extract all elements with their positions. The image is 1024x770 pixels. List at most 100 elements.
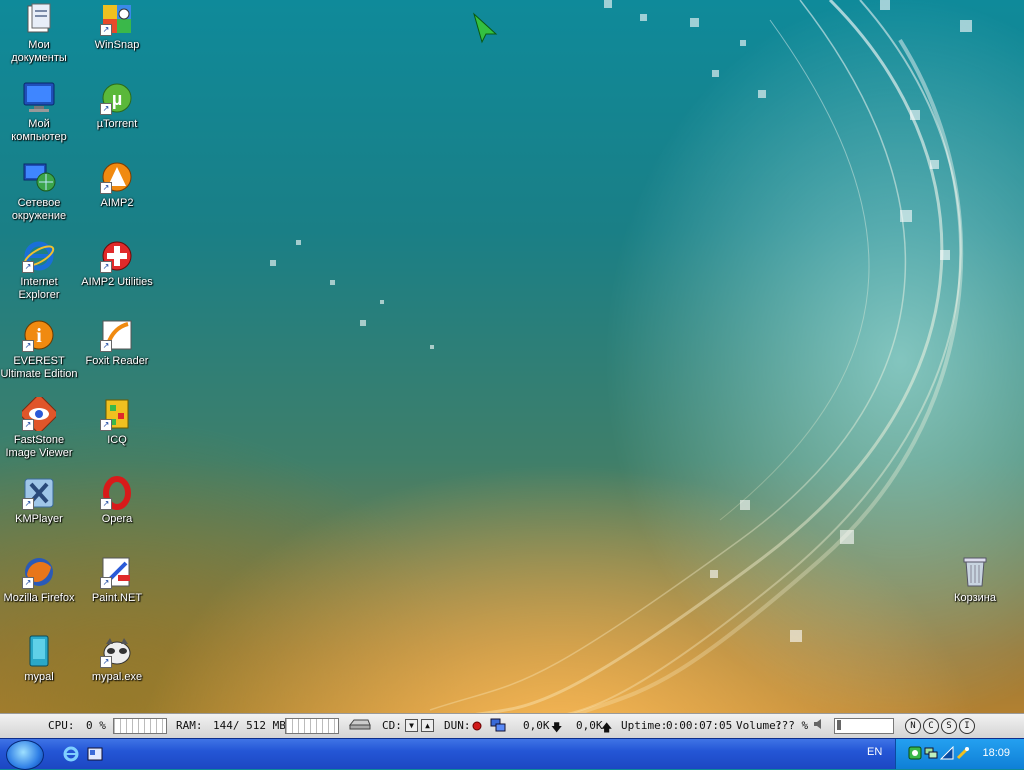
desktop-icon-mypal-exe[interactable]: ↗ mypal.exe [78,634,156,704]
uptime-value: 0:00:07:05 [666,719,733,732]
shortcut-arrow-icon: ↗ [100,24,112,36]
recycle-bin-icon [958,555,992,589]
tray-winsnap-icon[interactable] [956,746,970,760]
desktop-icon-utorrent[interactable]: µ ↗ µTorrent [78,81,156,151]
language-indicator[interactable]: EN [867,746,882,758]
desktop-icon-winsnap[interactable]: ↗ WinSnap [78,2,156,72]
cpu-meter [113,718,167,734]
desktop-icon-label: KMPlayer [15,513,63,525]
desktop-icon-label: Mozilla Firefox [3,592,75,604]
network-places-icon [22,160,56,194]
cpu-value: 0 % [86,719,106,732]
drive-icon [348,717,372,734]
tray-icq-icon[interactable] [908,746,922,760]
kmplayer-icon: ↗ [22,476,56,510]
foxit-reader-icon: ↗ [100,318,134,352]
samurize-s-button[interactable]: S [941,718,957,734]
aimp2-icon: ↗ [100,160,134,194]
desktop-icon-paint-net[interactable]: ↗ Paint.NET [78,555,156,625]
utorrent-icon: µ ↗ [100,81,134,115]
shortcut-arrow-icon: ↗ [100,182,112,194]
network-connection-icon [490,717,506,736]
desktop-icon-label: Корзина [954,592,996,604]
shortcut-arrow-icon: ↗ [100,656,112,668]
desktop-icon-opera[interactable]: ↗ Opera [78,476,156,546]
down-arrow-icon: ▼ [405,718,418,732]
system-monitor-bar: CPU: 0 % RAM: 144/ 512 MB CD: ▼ ▲ DUN: 0… [0,713,1024,739]
tray-network-icon[interactable] [924,746,938,760]
ram-value: 144/ 512 MB [213,719,286,732]
cpu-label: CPU: [48,719,75,732]
desktop-icon-label: Internet Explorer [18,276,60,301]
volume-value: ??? % [775,719,809,732]
taskbar-clock[interactable]: 18:09 [982,747,1010,759]
everest-icon: i ↗ [22,318,56,352]
my-computer-icon [22,81,56,115]
shortcut-arrow-icon: ↗ [100,103,112,115]
icq-icon: ↗ [100,397,134,431]
show-desktop-icon [87,747,103,761]
desktop-icon-firefox[interactable]: ↗ Mozilla Firefox [0,555,78,625]
paint-net-icon: ↗ [100,555,134,589]
desktop-icon-label: AIMP2 Utilities [81,276,153,288]
tray-signal-icon[interactable] [939,745,954,760]
faststone-icon: ↗ [18,393,60,435]
desktop-icon-mypal[interactable]: mypal [0,634,78,704]
shortcut-arrow-icon: ↗ [100,577,112,589]
desktop-icon-recycle-bin[interactable]: Корзина [936,555,1014,625]
shortcut-arrow-icon: ↗ [100,340,112,352]
desktop-icon-label: mypal.exe [91,671,143,683]
my-documents-icon [22,2,56,36]
desktop-icon-kmplayer[interactable]: ↗ KMPlayer [0,476,78,546]
desktop-icon-label: µTorrent [96,118,138,130]
desktop-icon-network-places[interactable]: Сетевое окружение [0,160,78,230]
desktop-icon-label: Foxit Reader [85,355,149,367]
desktop-icon-my-computer[interactable]: Мой компьютер [0,81,78,151]
mypal-exe-icon: ↗ [100,634,134,668]
aimp2-utilities-icon: ↗ [100,239,134,273]
quicklaunch-internet-explorer[interactable] [63,746,79,762]
up-arrow-icon: ▲ [421,718,434,732]
internet-explorer-icon [63,746,79,762]
samurize-i-button[interactable]: I [959,718,975,734]
system-tray: 18:09 [895,739,1024,769]
quicklaunch-show-desktop[interactable] [87,746,103,762]
desktop-icon-label: ICQ [107,434,127,446]
cd-eject-up-button[interactable]: ▲ [421,718,434,732]
shortcut-arrow-icon: ↗ [22,498,34,510]
cd-eject-down-button[interactable]: ▼ [405,718,418,732]
desktop-icon-icq[interactable]: ↗ ICQ [78,397,156,467]
winsnap-icon: ↗ [100,2,134,36]
desktop-icon-aimp2-utilities[interactable]: ↗ AIMP2 Utilities [78,239,156,309]
shortcut-arrow-icon: ↗ [22,261,34,273]
desktop-icon-aimp2[interactable]: ↗ AIMP2 [78,160,156,230]
desktop-icon-my-documents[interactable]: Мои документы [0,2,78,72]
samurize-c-button[interactable]: C [923,718,939,734]
opera-icon: ↗ [100,476,134,510]
desktop-icon-faststone[interactable]: ↗ FastStone Image Viewer [0,393,78,467]
start-button[interactable] [6,740,44,770]
upload-arrow-icon: 🡅 [601,721,613,734]
upload-speed: 0,0K [576,719,603,732]
ram-meter [285,718,339,734]
dun-label: DUN: [444,719,471,732]
cd-label: CD: [382,719,402,732]
desktop-icon-label: Мои документы [11,39,67,64]
desktop-icon-label: FastStone Image Viewer [5,434,73,459]
volume-slider[interactable] [834,718,894,734]
desktop-icon-label: mypal [24,671,54,683]
volume-slider-thumb[interactable] [837,720,841,730]
desktop-icon-internet-explorer[interactable]: ↗ Internet Explorer [0,239,78,309]
desktop-icon-label: EVEREST Ultimate Edition [0,355,78,380]
shortcut-arrow-icon: ↗ [22,577,34,589]
samurize-n-button[interactable]: N [905,718,921,734]
desktop-icon-everest[interactable]: i ↗ EVEREST Ultimate Edition [0,318,78,388]
shortcut-arrow-icon: ↗ [100,261,112,273]
download-arrow-icon: 🡇 [551,721,563,734]
svg-text:µ: µ [112,89,122,109]
shortcut-arrow-icon: ↗ [22,340,34,352]
desktop-icon-foxit-reader[interactable]: ↗ Foxit Reader [78,318,156,388]
shortcut-arrow-icon: ↗ [100,419,112,431]
dun-status-dot-icon [472,721,482,734]
desktop-icon-label: Paint.NET [91,592,143,604]
